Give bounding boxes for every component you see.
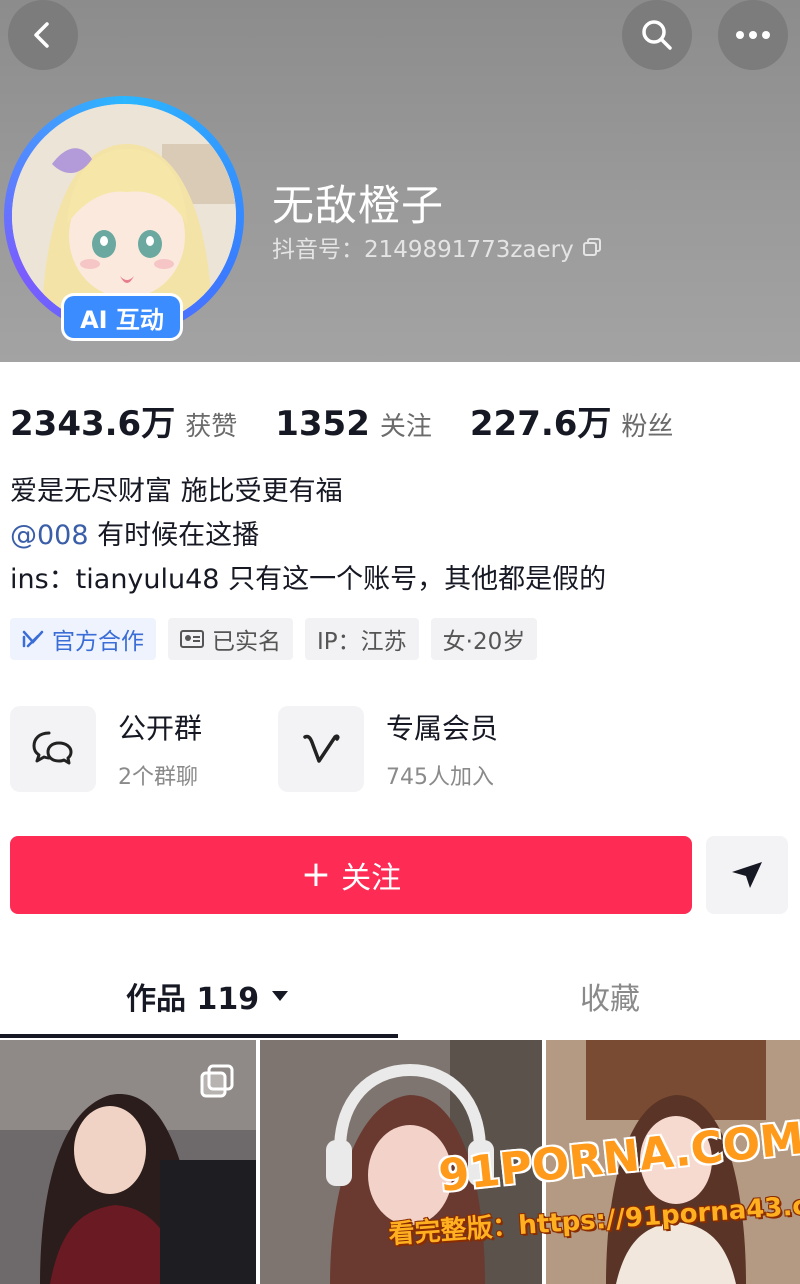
share-button[interactable] [706, 836, 788, 914]
bio-line: @008 有时候在这播 [10, 514, 606, 558]
tag-label: IP：江苏 [317, 629, 407, 655]
stat-value: 2343.6万 [10, 404, 176, 444]
card-text: 专属会员 745人加入 [386, 707, 498, 791]
card-subtitle: 2个群聊 [118, 765, 198, 790]
bio-text: 有时候在这播 [88, 520, 260, 551]
bio-line: 爱是无尽财富 施比受更有福 [10, 476, 343, 507]
ai-interaction-badge[interactable]: AI 互动 [64, 296, 180, 338]
tag-gender-age: 女·20岁 [430, 618, 538, 660]
stat-label: 关注 [379, 412, 432, 442]
card-text: 公开群 2个群聊 [118, 707, 202, 791]
v-icon [303, 734, 340, 763]
profile-nickname: 无敌橙子 [272, 181, 445, 230]
stat-label: 获赞 [185, 412, 238, 442]
douyin-id-text: 抖音号：2149891773zaery [272, 237, 574, 263]
stat-value: 227.6万 [469, 404, 612, 444]
card-subtitle: 745人加入 [386, 765, 494, 790]
caret-down-icon[interactable] [271, 990, 289, 1002]
bio-line: ins：tianyulu48 只有这一个账号，其他都是假的 [10, 564, 607, 595]
tab-label: 作品 119 [126, 982, 260, 1017]
avatar-illustration [12, 104, 236, 328]
profile-bio: 爱是无尽财富 施比受更有福 @008 有时候在这播 ins：tianyulu48… [10, 470, 606, 602]
tab-indicator [0, 1034, 398, 1038]
stat-followers[interactable]: 227.6万 粉丝 [470, 396, 674, 445]
multi-image-icon [200, 1064, 234, 1098]
chat-bubbles-icon [32, 731, 73, 765]
stat-likes[interactable]: 2343.6万 获赞 [10, 396, 237, 445]
more-options-button[interactable] [718, 0, 788, 70]
search-icon [642, 20, 672, 50]
mention-link[interactable]: @008 [10, 520, 89, 551]
official-icon [22, 630, 44, 648]
copy-icon[interactable] [582, 237, 602, 257]
follow-button[interactable]: + 关注 [10, 836, 692, 914]
watermark: 91PORNA.COM 看完整版：https://91porna43.com [388, 1113, 800, 1262]
stat-following[interactable]: 1352 关注 [275, 404, 432, 444]
card-icon-box [278, 706, 364, 792]
search-button[interactable] [622, 0, 692, 70]
tab-favorites[interactable]: 收藏 [580, 974, 640, 1018]
profile-header: AI 互动 无敌橙子 抖音号：2149891773zaery [0, 0, 800, 362]
more-dots-icon [736, 31, 770, 39]
id-card-icon [180, 630, 204, 648]
plus-icon: + [300, 854, 332, 895]
tag-label: 官方合作 [52, 629, 144, 655]
profile-tags: 官方合作 已实名 IP：江苏 女·20岁 [10, 618, 538, 660]
card-title: 专属会员 [386, 712, 499, 745]
card-title: 公开群 [118, 712, 203, 745]
send-arrow-icon [732, 862, 762, 888]
tag-label: 女·20岁 [442, 629, 526, 655]
exclusive-member-card[interactable]: 专属会员 745人加入 [278, 704, 498, 794]
profile-stats: 2343.6万 获赞 1352 关注 227.6万 粉丝 [10, 396, 711, 445]
tag-label: 已实名 [212, 629, 281, 655]
tag-ip-location: IP：江苏 [305, 618, 419, 660]
tag-official-cooperation[interactable]: 官方合作 [10, 618, 156, 660]
chevron-left-icon [34, 22, 49, 48]
card-icon-box [10, 706, 96, 792]
douyin-id[interactable]: 抖音号：2149891773zaery [272, 230, 602, 264]
stat-value: 1352 [275, 404, 370, 444]
stat-label: 粉丝 [621, 412, 674, 442]
back-button[interactable] [8, 0, 78, 70]
tag-verified-name[interactable]: 已实名 [168, 618, 293, 660]
tab-works[interactable]: 作品 119 [126, 974, 289, 1018]
avatar [12, 104, 236, 328]
follow-label: 关注 [341, 861, 402, 896]
video-thumbnail[interactable] [0, 1040, 256, 1284]
public-group-card[interactable]: 公开群 2个群聊 [10, 704, 202, 794]
